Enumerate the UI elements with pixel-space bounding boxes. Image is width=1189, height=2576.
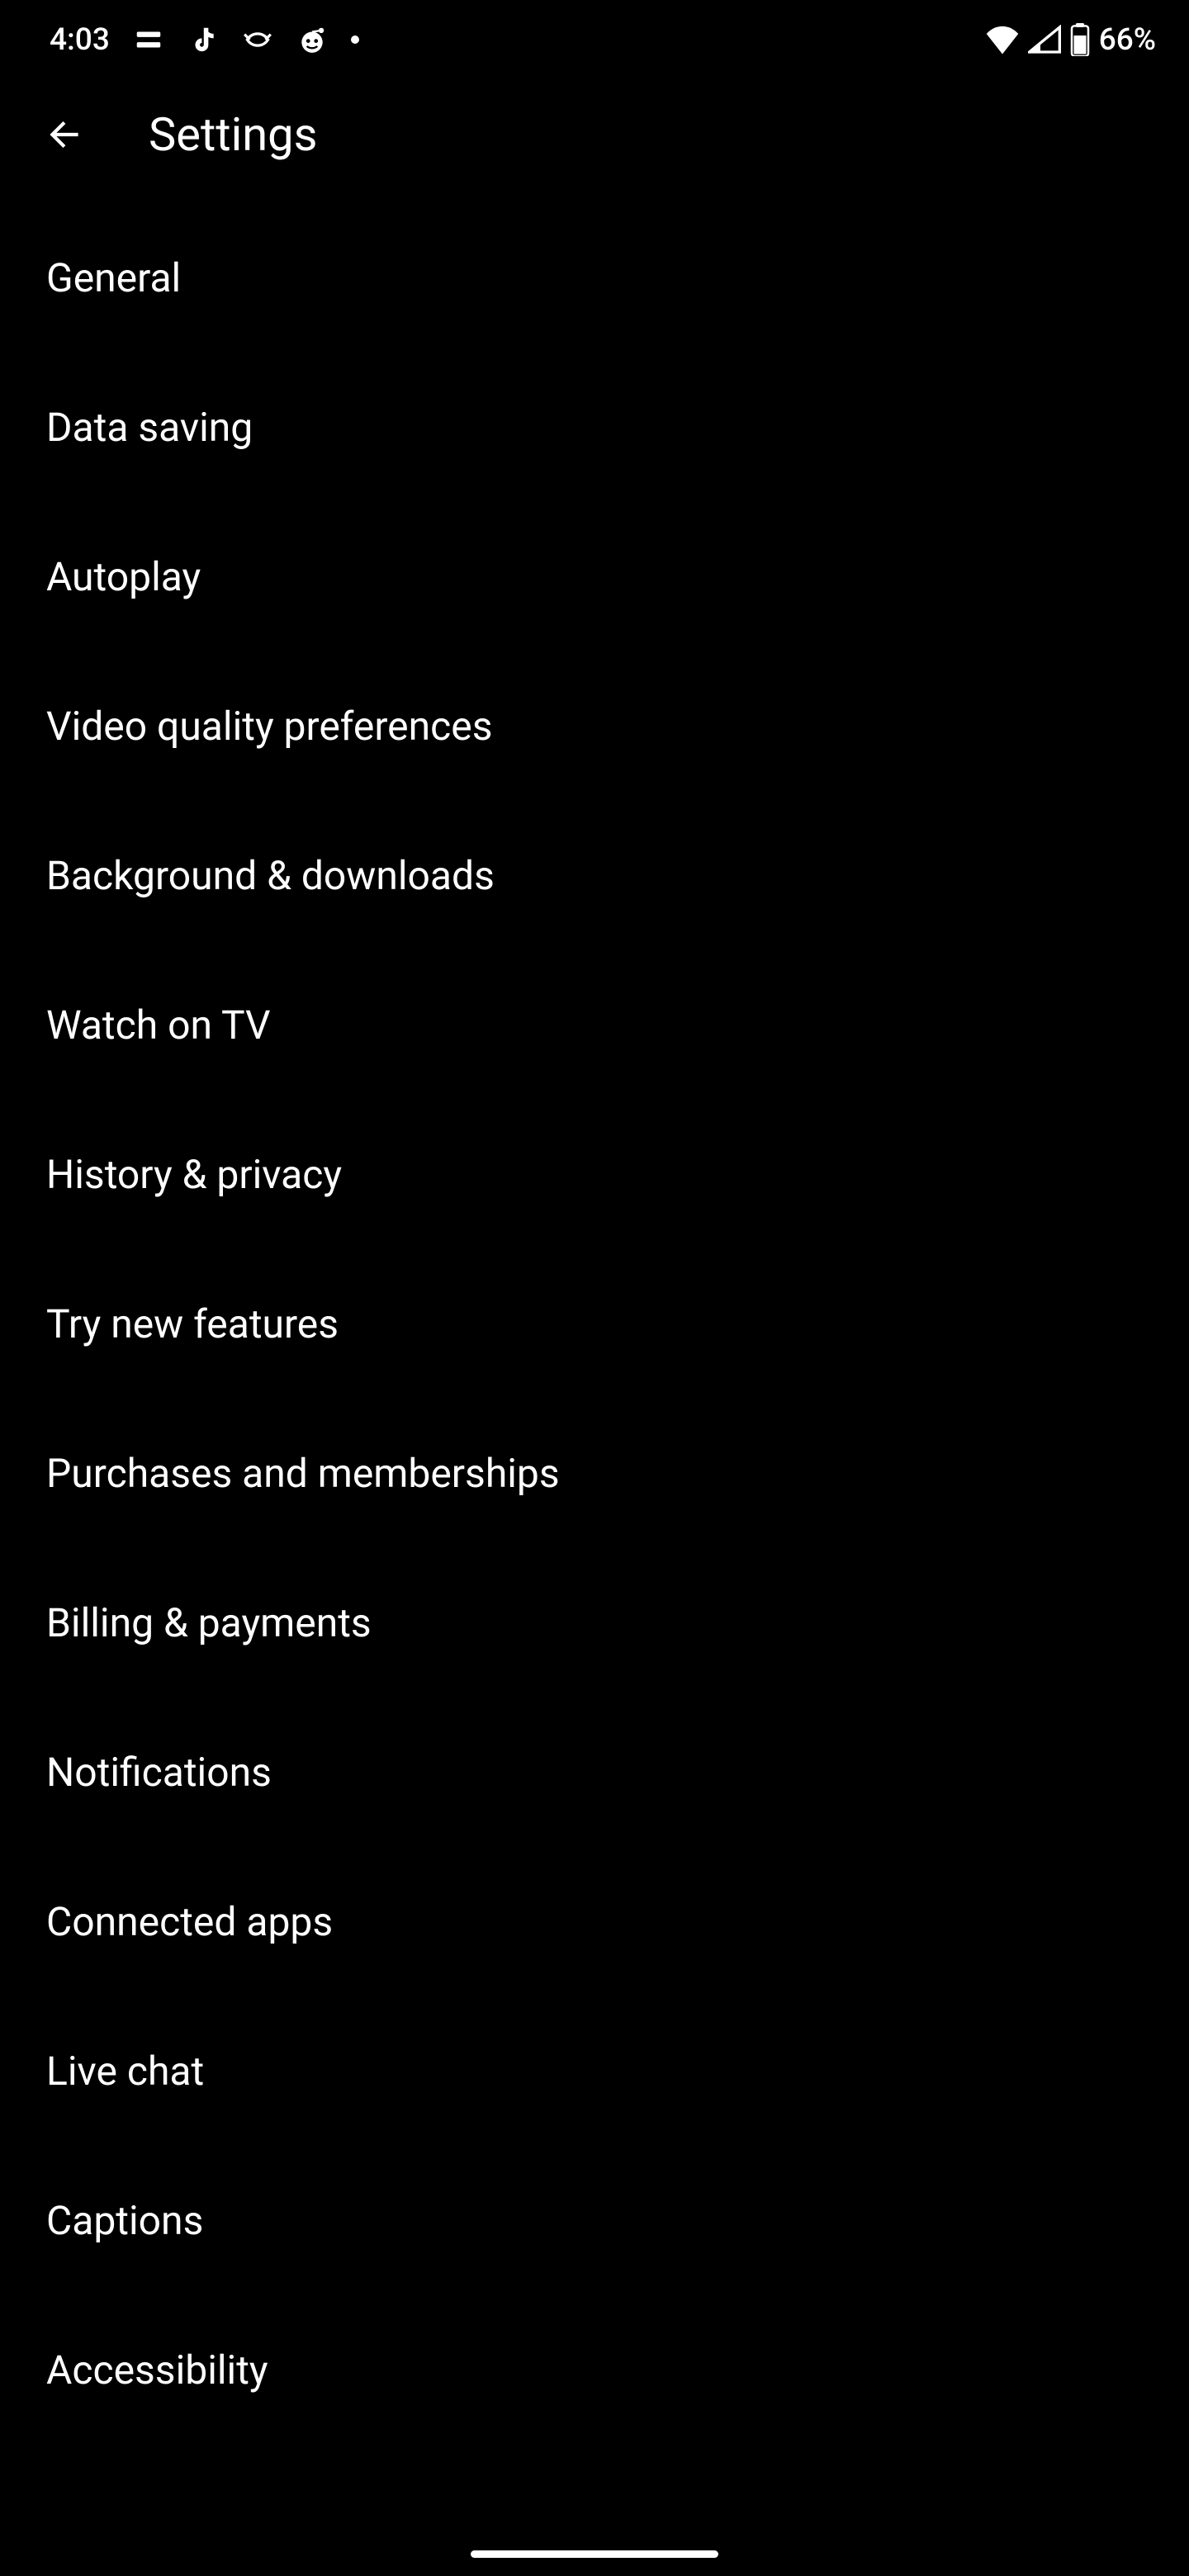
back-arrow-icon <box>45 114 87 155</box>
settings-item-accessibility[interactable]: Accessibility <box>0 2295 1189 2394</box>
settings-item-label: Background & downloads <box>46 852 495 899</box>
notification-dot-icon <box>351 36 359 44</box>
back-button[interactable] <box>41 110 91 159</box>
status-bar-right: 66% <box>985 22 1156 58</box>
settings-item-label: General <box>46 254 181 301</box>
settings-item-label: Video quality preferences <box>46 703 493 750</box>
settings-item-label: Notifications <box>46 1749 272 1796</box>
settings-item-label: Connected apps <box>46 1898 333 1945</box>
settings-item-label: Captions <box>46 2197 203 2244</box>
status-bar: 4:03 66% <box>0 0 1189 83</box>
settings-item-purchases-memberships[interactable]: Purchases and memberships <box>0 1399 1189 1548</box>
home-indicator[interactable] <box>471 2550 718 2558</box>
wifi-icon <box>985 25 1020 54</box>
settings-item-label: Live chat <box>46 2048 204 2095</box>
settings-item-billing-payments[interactable]: Billing & payments <box>0 1548 1189 1698</box>
settings-item-autoplay[interactable]: Autoplay <box>0 502 1189 651</box>
settings-item-label: Purchases and memberships <box>46 1450 560 1497</box>
settings-item-general[interactable]: General <box>0 203 1189 353</box>
settings-item-label: Autoplay <box>46 553 201 600</box>
settings-item-label: Data saving <box>46 404 253 451</box>
settings-item-captions[interactable]: Captions <box>0 2146 1189 2295</box>
header: Settings <box>0 83 1189 203</box>
settings-item-background-downloads[interactable]: Background & downloads <box>0 801 1189 950</box>
settings-item-label: Watch on TV <box>46 1002 271 1049</box>
settings-item-try-new-features[interactable]: Try new features <box>0 1249 1189 1399</box>
tiktok-icon <box>187 24 219 55</box>
status-time: 4:03 <box>50 22 110 58</box>
settings-item-label: Accessibility <box>46 2346 268 2394</box>
settings-item-watch-on-tv[interactable]: Watch on TV <box>0 950 1189 1100</box>
settings-item-label: Billing & payments <box>46 1599 372 1646</box>
signal-icon <box>1028 25 1061 54</box>
settings-item-live-chat[interactable]: Live chat <box>0 1996 1189 2146</box>
battery-percentage: 66% <box>1099 22 1156 58</box>
app-notification-icon-2 <box>242 24 273 55</box>
settings-item-data-saving[interactable]: Data saving <box>0 353 1189 502</box>
status-bar-left: 4:03 <box>50 22 359 58</box>
settings-item-label: History & privacy <box>46 1151 342 1198</box>
battery-icon <box>1069 23 1091 56</box>
settings-list: General Data saving Autoplay Video quali… <box>0 203 1189 2394</box>
reddit-icon <box>296 24 328 55</box>
app-notification-icon <box>133 24 164 55</box>
settings-item-history-privacy[interactable]: History & privacy <box>0 1100 1189 1249</box>
settings-item-notifications[interactable]: Notifications <box>0 1698 1189 1847</box>
settings-item-label: Try new features <box>46 1300 339 1347</box>
settings-item-connected-apps[interactable]: Connected apps <box>0 1847 1189 1996</box>
settings-item-video-quality[interactable]: Video quality preferences <box>0 651 1189 801</box>
page-title: Settings <box>149 107 317 162</box>
